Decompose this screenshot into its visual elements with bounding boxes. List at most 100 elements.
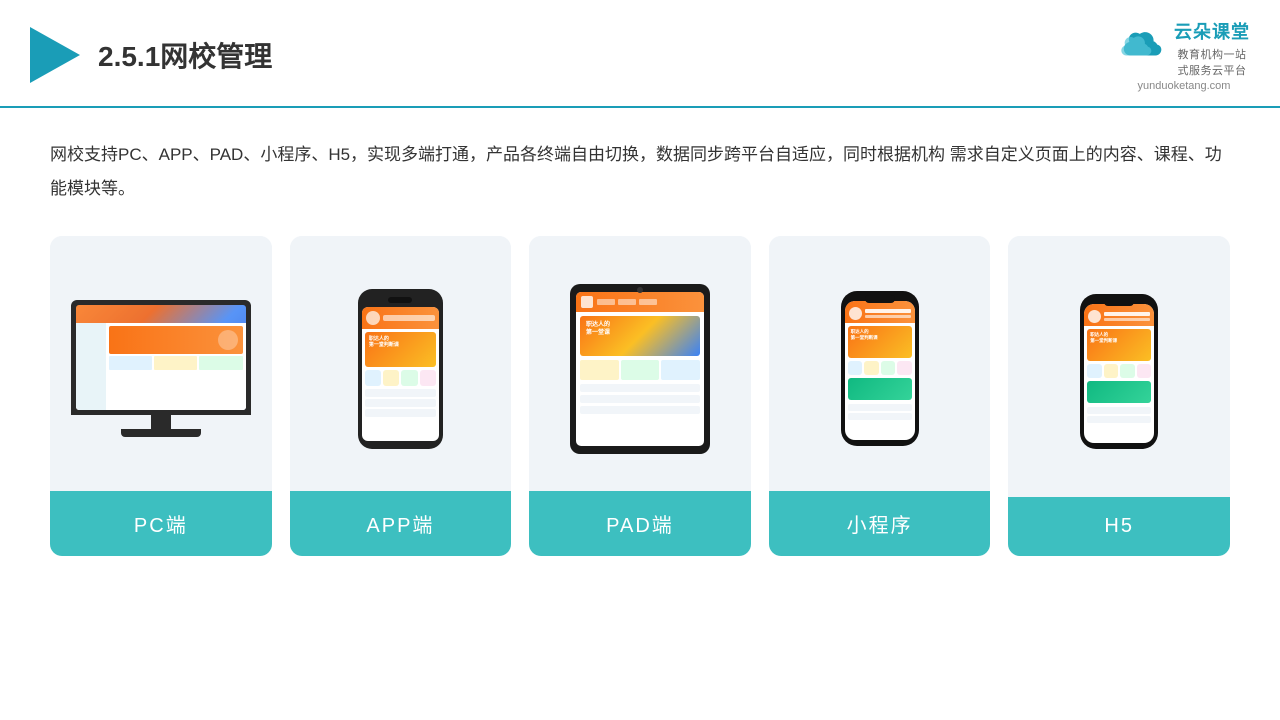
tablet-row-1 [580,384,700,392]
h5-card: 职达人的第一堂判断课 [1008,236,1230,556]
phone-icon-4 [420,370,436,386]
phone-header-text [383,315,435,321]
logo-url: yunduoketang.com [1138,80,1231,92]
tablet-banner: 职达人的第一堂课 [580,316,700,356]
tablet-nav-1 [597,299,615,305]
tablet-cards-grid [580,360,700,380]
screen-content [76,323,246,410]
h5-icon-4 [1137,364,1152,378]
phone-list-3 [365,409,436,417]
h5-list-row-2 [1087,416,1151,423]
tablet-camera [637,287,643,293]
phone-icon-3 [401,370,417,386]
header-left: 2.5.1网校管理 [30,27,272,83]
mini-icon-4 [897,361,912,375]
h5-phone-screen: 职达人的第一堂判断课 [1084,304,1154,443]
h5-avatar-icon [1088,310,1101,323]
mini-phone-screen: 职达人的第一堂判断课 [845,301,915,440]
h5-list [1087,381,1151,423]
h5-icon-2 [1104,364,1119,378]
cards-container: PC端 职达人的第一堂判断课 [50,236,1230,556]
tablet-card-1 [580,360,619,380]
h5-highlight-item [1087,381,1151,403]
h5-screen-body: 职达人的第一堂判断课 [1084,326,1154,426]
mini-list [848,378,912,420]
pc-label: PC端 [50,491,272,556]
tablet-nav-2 [618,299,636,305]
phone-icons-row [365,370,436,386]
pad-card: 职达人的第一堂课 [529,236,751,556]
mini-screen-header [845,301,915,323]
mini-phone-notch [865,295,895,303]
monitor-stand-neck [151,415,171,429]
screen-banner [109,326,243,354]
brand-triangle-icon [30,27,80,83]
app-phone-mockup: 职达人的第一堂判断课 [358,289,443,449]
mini-avatar-icon [849,307,862,320]
cloud-logo: 云朵课堂 教育机构一站式服务云平台 [1118,18,1250,78]
mini-header-texts [865,309,911,318]
mini-list-row-1 [848,404,912,411]
miniprogram-image-area: 职达人的第一堂判断课 [769,236,991,491]
description-text: 网校支持PC、APP、PAD、小程序、H5，实现多端打通，产品各终端自由切换，数… [50,138,1230,206]
grid-item-3 [199,356,242,370]
phone-icon-2 [383,370,399,386]
h5-screen-header [1084,304,1154,326]
grid-item-1 [109,356,152,370]
h5-icon-1 [1087,364,1102,378]
logo-tagline: 教育机构一站式服务云平台 [1174,46,1250,78]
tablet-screen-body: 职达人的第一堂课 [576,312,704,418]
h5-banner-text: 职达人的第一堂判断课 [1090,332,1117,345]
h5-label: H5 [1008,497,1230,556]
mini-screen-body: 职达人的第一堂判断课 [845,323,915,423]
h5-icons-row [1087,364,1151,378]
screen-grid [109,356,243,370]
h5-header-texts [1104,312,1150,321]
tablet-rows [580,384,700,414]
page-title: 2.5.1网校管理 [98,35,272,75]
phone-banner-text: 职达人的第一堂判断课 [369,336,399,349]
mini-list-row-2 [848,413,912,420]
phone-icon-1 [365,370,381,386]
logo-text-main: 云朵课堂 [1174,18,1250,44]
phone-screen-header [362,307,439,329]
tablet-header-nav [597,299,699,305]
cloud-icon [1118,32,1168,64]
tablet-header-logo [581,296,593,308]
miniprogram-phone-mockup: 职达人的第一堂判断课 [841,291,919,446]
monitor-stand-base [121,429,201,437]
app-image-area: 职达人的第一堂判断课 [290,236,512,491]
tablet-banner-text: 职达人的第一堂课 [586,321,610,338]
mini-highlight-item [848,378,912,400]
mini-icons-row [848,361,912,375]
app-label: APP端 [290,491,512,556]
tablet-card-2 [621,360,660,380]
pc-monitor-mockup [71,300,251,437]
mini-banner: 职达人的第一堂判断课 [848,326,912,358]
phone-banner: 职达人的第一堂判断课 [365,332,436,367]
h5-image-area: 职达人的第一堂判断课 [1008,236,1230,497]
monitor-screen [76,305,246,410]
pc-image-area [50,236,272,491]
monitor-frame [71,300,251,415]
miniprogram-label: 小程序 [769,491,991,556]
header-right: 云朵课堂 教育机构一站式服务云平台 yunduoketang.com [1118,18,1250,92]
phone-list-1 [365,389,436,397]
tablet-card-3 [661,360,700,380]
phone-screen: 职达人的第一堂判断课 [362,307,439,441]
grid-item-2 [154,356,197,370]
pad-label: PAD端 [529,491,751,556]
logo-text-group: 云朵课堂 教育机构一站式服务云平台 [1174,18,1250,78]
pc-card: PC端 [50,236,272,556]
screen-sidebar [76,323,106,410]
app-card: 职达人的第一堂判断课 [290,236,512,556]
h5-list-row-1 [1087,407,1151,414]
tablet-nav-3 [639,299,657,305]
phone-screen-body: 职达人的第一堂判断课 [362,329,439,422]
mini-icon-1 [848,361,863,375]
tablet-row-3 [580,406,700,414]
mini-icon-3 [881,361,896,375]
h5-icon-3 [1120,364,1135,378]
h5-header-line1 [1104,312,1150,316]
miniprogram-card: 职达人的第一堂判断课 [769,236,991,556]
